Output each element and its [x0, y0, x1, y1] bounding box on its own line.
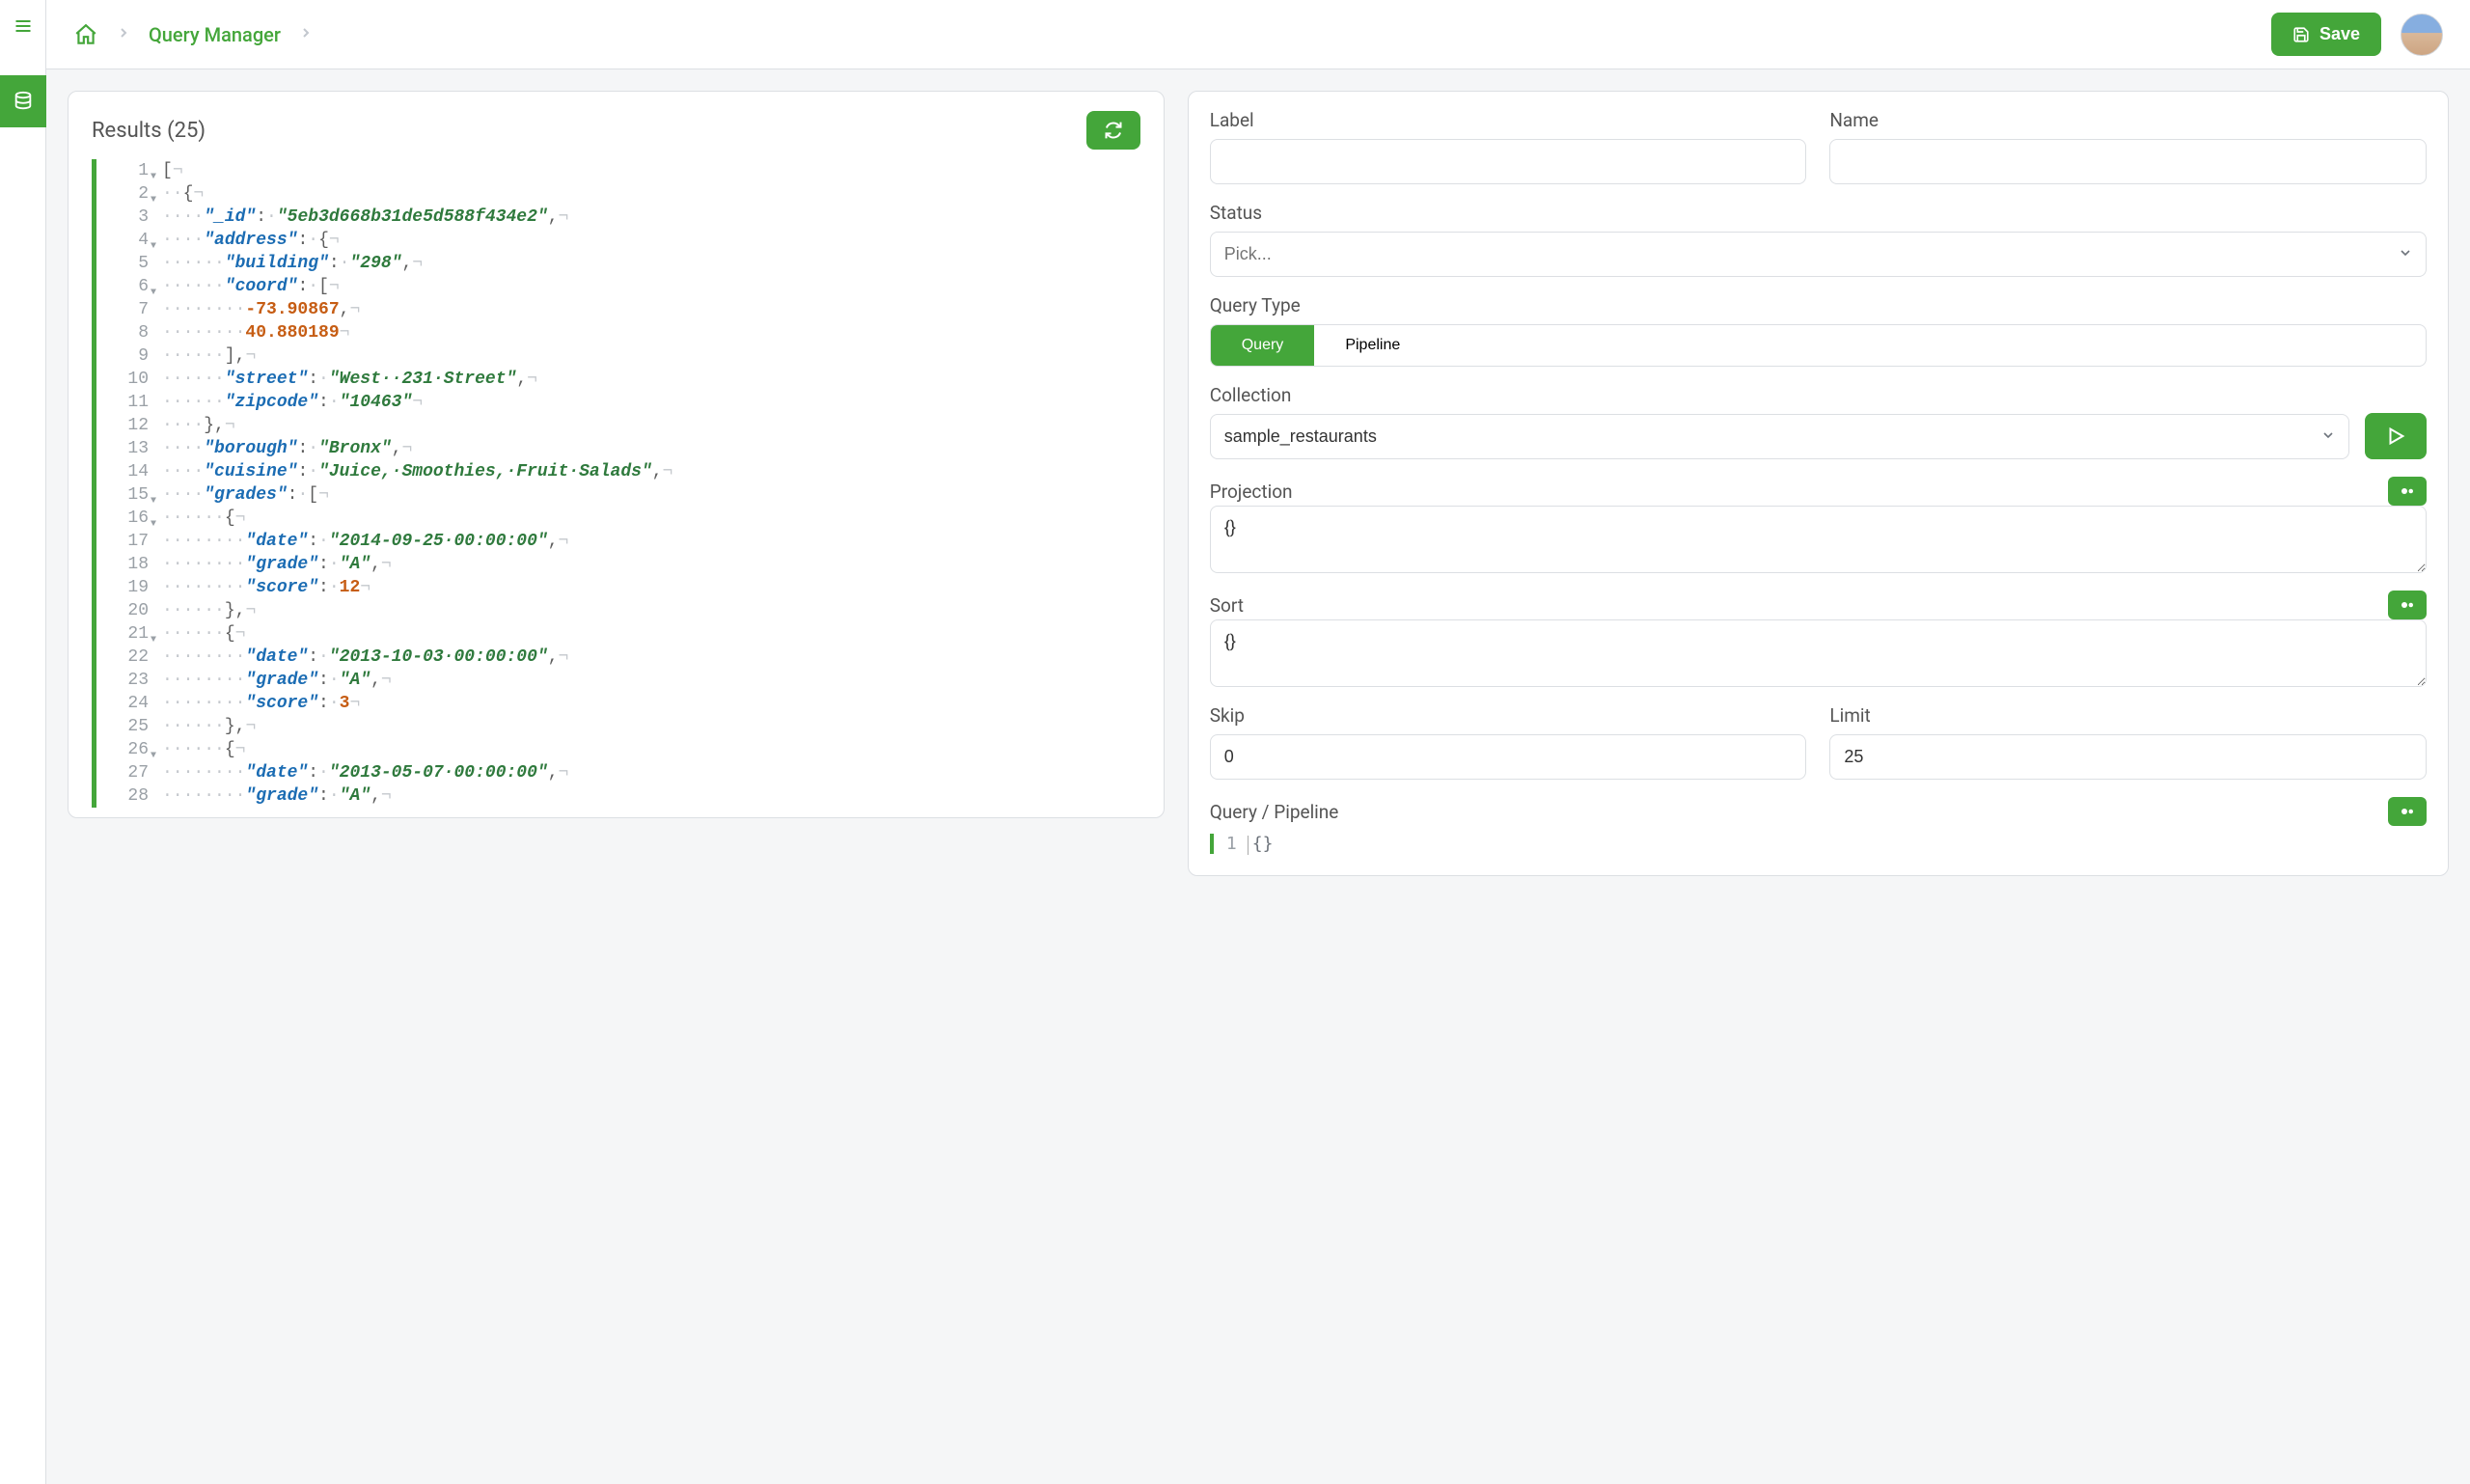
code-line: 24········"score":·3¬ [96, 692, 1140, 715]
limit-label: Limit [1829, 704, 2427, 727]
code-line: 17········"date":·"2014-09-25·00:00:00",… [96, 530, 1140, 553]
code-line: 5······"building":·"298",¬ [96, 252, 1140, 275]
sidebar-item-database[interactable] [0, 75, 46, 127]
code-line: 4▼····"address":·{¬ [96, 229, 1140, 252]
code-line: 1▼[¬ [96, 159, 1140, 182]
code-line: 9······],¬ [96, 344, 1140, 368]
topbar: Query Manager Save [46, 0, 2470, 69]
sidebar-rail [0, 0, 46, 1484]
collection-label: Collection [1210, 384, 2349, 406]
projection-textarea[interactable] [1210, 506, 2427, 573]
breadcrumb: Query Manager [73, 22, 314, 47]
status-field-label: Status [1210, 202, 2427, 224]
gears-icon [2399, 484, 2416, 498]
query-form-card: Label Name Status Query Type [1188, 91, 2449, 876]
pipeline-content: {} [1243, 834, 1274, 854]
label-field-label: Label [1210, 109, 1807, 131]
pipeline-label: Query / Pipeline [1210, 801, 1339, 823]
chevron-right-icon [116, 25, 131, 44]
label-field[interactable] [1210, 139, 1807, 184]
code-line: 3····"_id":·"5eb3d668b31de5d588f434e2",¬ [96, 206, 1140, 229]
user-avatar[interactable] [2401, 14, 2443, 56]
code-line: 10······"street":·"West··231·Street",¬ [96, 368, 1140, 391]
code-line: 15▼····"grades":·[¬ [96, 483, 1140, 507]
code-line: 16▼······{¬ [96, 507, 1140, 530]
save-button-label: Save [2319, 24, 2360, 44]
code-line: 20······},¬ [96, 599, 1140, 622]
refresh-button[interactable] [1086, 111, 1140, 150]
skip-label: Skip [1210, 704, 1807, 727]
sort-label: Sort [1210, 594, 1244, 617]
play-icon [2385, 426, 2406, 447]
menu-toggle-button[interactable] [0, 0, 46, 52]
code-line: 25······},¬ [96, 715, 1140, 738]
query-type-label: Query Type [1210, 294, 2427, 316]
refresh-icon [1104, 121, 1123, 140]
save-button[interactable]: Save [2271, 13, 2381, 56]
results-code-viewer[interactable]: 1▼[¬2▼··{¬3····"_id":·"5eb3d668b31de5d58… [92, 159, 1140, 808]
projection-label: Projection [1210, 481, 1293, 503]
code-line: 12····},¬ [96, 414, 1140, 437]
breadcrumb-query-manager[interactable]: Query Manager [149, 23, 281, 46]
code-line: 19········"score":·12¬ [96, 576, 1140, 599]
save-icon [2292, 26, 2310, 43]
skip-field[interactable] [1210, 734, 1807, 780]
code-line: 21▼······{¬ [96, 622, 1140, 646]
code-line: 18········"grade":·"A",¬ [96, 553, 1140, 576]
breadcrumb-home[interactable] [73, 22, 98, 47]
gears-icon [2399, 805, 2416, 818]
results-card: Results (25) 1▼[¬2▼··{¬3····"_id":·"5eb3… [68, 91, 1165, 818]
code-line: 7········-73.90867,¬ [96, 298, 1140, 321]
status-select[interactable] [1210, 232, 2427, 277]
collection-select[interactable] [1210, 414, 2349, 459]
run-query-button[interactable] [2365, 413, 2427, 459]
query-type-option-pipeline[interactable]: Pipeline [1314, 325, 1431, 366]
query-type-option-query[interactable]: Query [1211, 325, 1315, 366]
code-line: 26▼······{¬ [96, 738, 1140, 761]
code-line: 6▼······"coord":·[¬ [96, 275, 1140, 298]
code-line: 13····"borough":·"Bronx",¬ [96, 437, 1140, 460]
pipeline-line-number: 1 [1214, 834, 1243, 854]
chevron-right-icon [298, 25, 314, 44]
code-line: 22········"date":·"2013-10-03·00:00:00",… [96, 646, 1140, 669]
name-field[interactable] [1829, 139, 2427, 184]
code-line: 27········"date":·"2013-05-07·00:00:00",… [96, 761, 1140, 784]
results-title: Results (25) [92, 119, 206, 143]
code-line: 11······"zipcode":·"10463"¬ [96, 391, 1140, 414]
code-line: 2▼··{¬ [96, 182, 1140, 206]
gears-icon [2399, 598, 2416, 612]
query-type-segmented: QueryPipeline [1210, 324, 2427, 367]
sort-settings-button[interactable] [2388, 591, 2427, 619]
code-line: 23········"grade":·"A",¬ [96, 669, 1140, 692]
code-line: 28········"grade":·"A",¬ [96, 784, 1140, 808]
projection-settings-button[interactable] [2388, 477, 2427, 506]
main-surface: Results (25) 1▼[¬2▼··{¬3····"_id":·"5eb3… [46, 69, 2470, 1484]
database-icon [13, 91, 34, 112]
name-field-label: Name [1829, 109, 2427, 131]
pipeline-settings-button[interactable] [2388, 797, 2427, 826]
sort-textarea[interactable] [1210, 619, 2427, 687]
limit-field[interactable] [1829, 734, 2427, 780]
code-line: 8········40.880189¬ [96, 321, 1140, 344]
home-icon [73, 22, 98, 47]
pipeline-editor[interactable]: 1 {} [1210, 834, 2427, 854]
code-line: 14····"cuisine":·"Juice,·Smoothies,·Frui… [96, 460, 1140, 483]
menu-icon [14, 16, 33, 36]
